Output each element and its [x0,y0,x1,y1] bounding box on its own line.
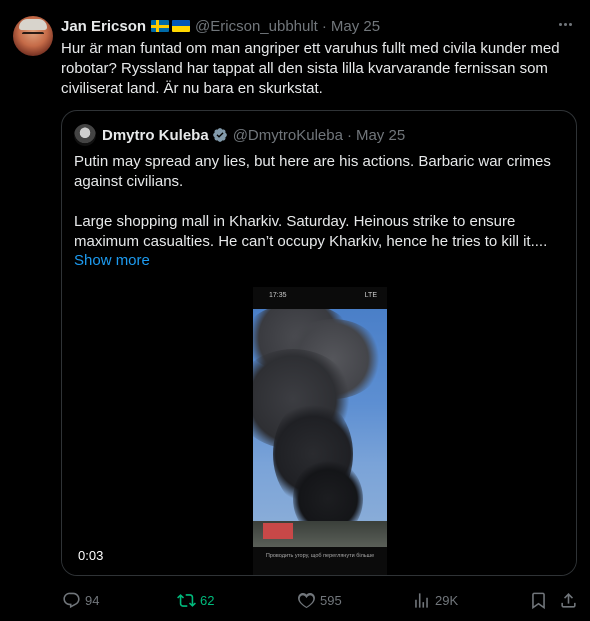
retweet-button[interactable]: 62 [177,588,214,612]
red-building [263,523,293,539]
quote-paragraph-2: Large shopping mall in Kharkiv. Saturday… [74,213,548,250]
tweet-header: Jan Ericson @Ericson_ubbhult · May 25 [61,17,380,35]
video-duration: 0:03 [78,548,104,563]
separator-dot: · [321,17,327,35]
phone-status-bar: 17:35 LTE [253,291,387,303]
video-player[interactable]: 17:35 LTE Проводить угору, щоб перегляну… [62,287,576,575]
more-dot [558,22,562,26]
bookmark-icon [532,592,545,609]
quote-paragraph-1: Putin may spread any lies, but here are … [74,153,551,190]
quote-date[interactable]: May 25 [356,127,405,144]
quote-header: Dmytro Kuleba @DmytroKuleba · May 25 [74,124,405,146]
avatar-hair [19,19,47,30]
share-button[interactable] [559,588,578,612]
video-caption: Проводить угору, щоб переглянути більше [265,553,375,559]
views-icon [415,592,428,608]
heart-icon [298,592,315,608]
reply-icon [63,592,80,608]
more-options-icon[interactable] [554,15,576,33]
bookmark-button[interactable] [529,588,548,612]
author-name[interactable]: Jan Ericson [61,18,146,35]
quote-author-name[interactable]: Dmytro Kuleba [102,127,209,144]
views-count: 29K [435,592,459,608]
separator-dot: · [346,126,352,144]
quoted-tweet[interactable]: Dmytro Kuleba @DmytroKuleba · May 25 Put… [61,110,577,576]
like-button[interactable]: 595 [297,588,342,612]
quote-author-handle[interactable]: @DmytroKuleba [233,127,343,144]
like-count: 595 [320,592,342,608]
more-dot [563,22,567,26]
phone-time: 17:35 [269,292,287,299]
phone-network: LTE [364,292,377,299]
author-handle[interactable]: @Ericson_ubbhult [195,18,318,35]
tweet-text: Hur är man funtad om man angriper ett va… [61,40,560,97]
share-icon [561,592,576,608]
verified-badge-icon [212,128,227,142]
tweet-date[interactable]: May 25 [331,18,380,35]
reply-count: 94 [85,592,100,608]
smoke-scene [253,309,387,547]
ukraine-flag-icon [172,20,191,32]
sweden-flag-icon [151,20,170,32]
reply-button[interactable]: 94 [62,588,99,612]
avatar-glasses [22,32,44,39]
retweet-count: 62 [200,592,215,608]
quote-author-avatar[interactable] [74,124,96,146]
retweet-icon [177,593,196,607]
action-bar: 94 62 595 29K [0,588,590,612]
video-frame: 17:35 LTE Проводить угору, щоб перегляну… [253,287,387,575]
author-avatar[interactable] [13,16,53,56]
views-button[interactable]: 29K [412,588,458,612]
show-more-link[interactable]: Show more [74,252,150,269]
more-dot [568,22,572,26]
